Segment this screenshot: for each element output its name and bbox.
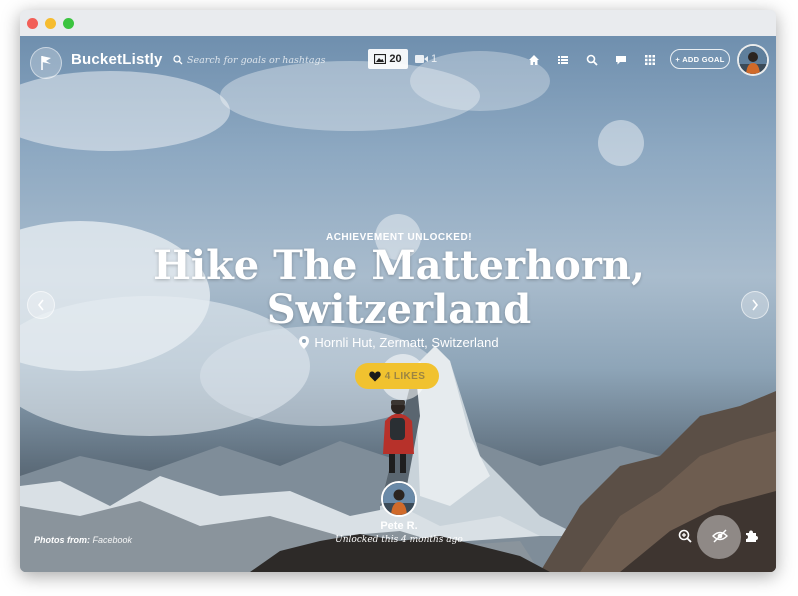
avatar	[739, 46, 767, 74]
heart-icon	[368, 371, 381, 381]
video-icon	[415, 55, 428, 63]
minimize-window-button[interactable]	[45, 18, 56, 29]
user-avatar[interactable]	[381, 481, 417, 517]
close-window-button[interactable]	[27, 18, 38, 29]
video-count-button[interactable]: 1	[415, 49, 437, 69]
user-name[interactable]: Pete R.	[20, 520, 776, 532]
photo-count-button[interactable]: 20	[368, 49, 408, 69]
home-icon[interactable]	[528, 54, 540, 66]
hero-scene: BucketListly 20 1	[20, 36, 776, 572]
likes-button[interactable]: 4 LIKES	[355, 363, 439, 389]
list-icon[interactable]	[557, 54, 569, 66]
goal-title-line1: Hike The Matterhorn,	[153, 242, 645, 289]
photos-from-label: Photos from:	[34, 535, 90, 545]
chevron-right-icon	[752, 299, 759, 311]
goal-title: Hike The Matterhorn, Switzerland	[20, 244, 776, 332]
avatar	[383, 483, 415, 515]
goal-location[interactable]: Hornli Hut, Zermatt, Switzerland	[20, 335, 776, 350]
chevron-left-icon	[37, 299, 44, 311]
search-icon	[173, 55, 183, 65]
photos-from-source[interactable]: Facebook	[93, 535, 133, 545]
touch-indicator	[598, 120, 644, 166]
flag-logo-icon	[41, 56, 51, 70]
maximize-window-button[interactable]	[63, 18, 74, 29]
zoom-in-icon[interactable]	[678, 529, 692, 543]
logo[interactable]	[30, 47, 62, 79]
location-pin-icon	[299, 336, 310, 349]
photo-count: 20	[389, 53, 402, 65]
video-count: 1	[431, 53, 438, 65]
add-goal-button[interactable]: + ADD GOAL	[670, 49, 730, 69]
unlock-time: Unlocked this 4 months ago	[335, 535, 463, 545]
grid-icon[interactable]	[644, 54, 656, 66]
chat-icon[interactable]	[615, 54, 627, 66]
photos-source: Photos from: Facebook	[34, 535, 132, 545]
photo-icon	[374, 54, 387, 64]
search-nav-icon[interactable]	[586, 54, 598, 66]
eye-slash-icon[interactable]	[712, 528, 728, 544]
previous-photo-button[interactable]	[27, 291, 55, 319]
location-label: Hornli Hut, Zermatt, Switzerland	[314, 335, 499, 350]
profile-avatar[interactable]	[737, 44, 769, 76]
window-titlebar	[20, 10, 776, 37]
browser-window: BucketListly 20 1	[20, 10, 776, 572]
brand-name[interactable]: BucketListly	[71, 51, 163, 68]
search-input[interactable]	[187, 51, 357, 69]
puzzle-icon[interactable]	[744, 529, 758, 543]
goal-title-line2: Switzerland	[266, 286, 532, 333]
likes-count: 4 LIKES	[384, 370, 426, 382]
next-photo-button[interactable]	[741, 291, 769, 319]
